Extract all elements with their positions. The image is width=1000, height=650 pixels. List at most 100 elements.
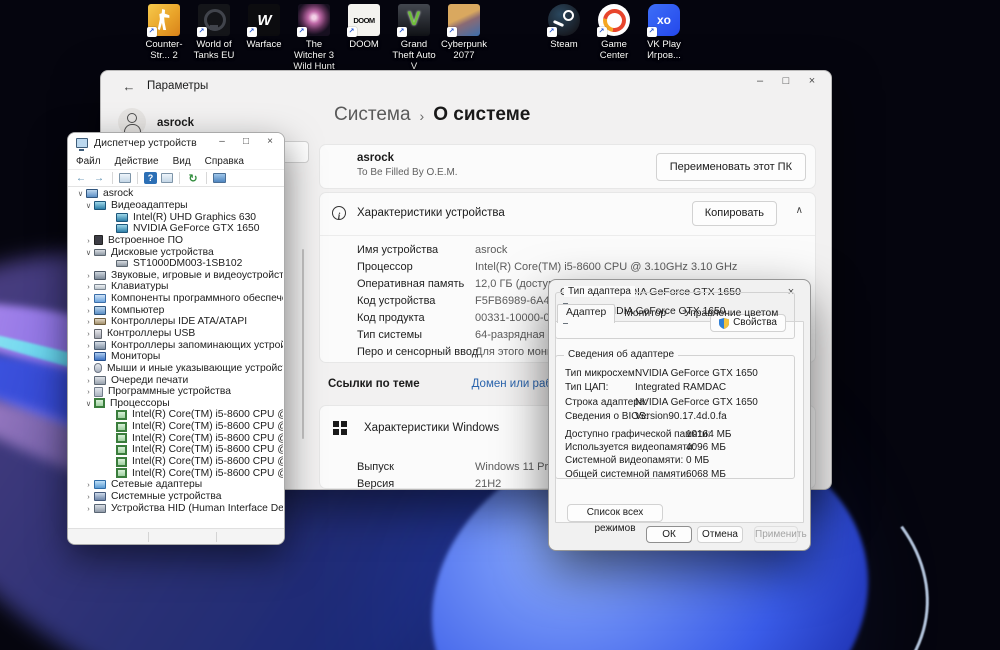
settings-nav-scrollbar[interactable] <box>302 249 304 439</box>
tree-expander-icon[interactable]: › <box>83 317 94 326</box>
back-arrow-icon[interactable]: ← <box>117 77 141 97</box>
tree-expander-icon[interactable]: ∨ <box>75 189 86 198</box>
list-view-icon[interactable] <box>161 173 173 183</box>
device-category-icon <box>116 260 128 268</box>
minimize-icon[interactable]: – <box>747 71 773 93</box>
tree-expander-icon[interactable]: › <box>83 306 94 315</box>
minimize-icon[interactable]: – <box>210 133 234 151</box>
desktop-icon[interactable]: The Witcher 3 Wild Hunt <box>289 4 339 73</box>
tree-item[interactable]: Intel(R) UHD Graphics 630 <box>69 211 283 223</box>
tree-expander-icon[interactable]: › <box>83 376 94 385</box>
tree-item[interactable]: › Устройства HID (Human Interface Device… <box>69 502 283 514</box>
desktop-icon[interactable]: World of Tanks EU <box>189 4 239 73</box>
tree-expander-icon[interactable]: ∨ <box>83 201 94 210</box>
settings-window-title: Параметры <box>147 80 209 92</box>
device-manager-titlebar[interactable]: Диспетчер устройств – □ × <box>68 133 284 154</box>
forward-icon[interactable]: → <box>92 173 106 184</box>
maximize-icon[interactable]: □ <box>234 133 258 151</box>
tree-item[interactable]: ∨ asrock <box>69 188 283 200</box>
desktop-icon[interactable]: Counter-Str... 2 <box>139 4 189 73</box>
menu-item[interactable]: Файл <box>76 156 101 167</box>
tree-item[interactable]: › Мониторы <box>69 351 283 363</box>
desktop-icon[interactable]: Game Center <box>589 4 639 73</box>
tree-expander-icon[interactable]: › <box>83 492 94 501</box>
breadcrumb-parent[interactable]: Система <box>334 104 411 126</box>
desktop-icon[interactable]: V Grand Theft Auto V <box>389 4 439 73</box>
menu-item[interactable]: Справка <box>205 156 244 167</box>
chevron-up-icon[interactable]: ∧ <box>796 205 803 216</box>
spec-label: Имя устройства <box>357 243 439 256</box>
tree-item[interactable]: › Очереди печати <box>69 374 283 386</box>
tree-item[interactable]: NVIDIA GeForce GTX 1650 <box>69 223 283 235</box>
device-category-icon <box>94 363 102 374</box>
tree-item[interactable]: › Мыши и иные указывающие устройства <box>69 363 283 375</box>
tree-expander-icon[interactable]: › <box>83 364 94 373</box>
tree-item[interactable]: Intel(R) Core(TM) i5-8600 CPU @ 3.10GHz <box>69 432 283 444</box>
tree-item[interactable]: › Компьютер <box>69 304 283 316</box>
tree-item[interactable]: › Контроллеры USB <box>69 328 283 340</box>
ok-button[interactable]: ОК <box>646 526 692 543</box>
scan-hardware-icon[interactable]: ↻ <box>186 172 200 185</box>
device-manager-app-icon <box>76 138 88 151</box>
tree-item[interactable]: Intel(R) Core(TM) i5-8600 CPU @ 3.10GHz <box>69 467 283 479</box>
monitor-icon[interactable] <box>213 173 226 183</box>
cancel-button[interactable]: Отмена <box>697 526 743 543</box>
tree-item[interactable]: › Звуковые, игровые и видеоустройства <box>69 269 283 281</box>
tree-item[interactable]: Intel(R) Core(TM) i5-8600 CPU @ 3.10GHz <box>69 421 283 433</box>
desktop-icon[interactable]: Cyberpunk 2077 <box>439 4 489 73</box>
tree-item[interactable]: ∨ Видеоадаптеры <box>69 200 283 212</box>
apply-button[interactable]: Применить <box>754 526 807 543</box>
tree-item[interactable]: › Компоненты программного обеспечения <box>69 293 283 305</box>
menu-item[interactable]: Действие <box>115 156 159 167</box>
maximize-icon[interactable]: □ <box>773 71 799 93</box>
tree-item[interactable]: ∨ Процессоры <box>69 398 283 410</box>
tree-item[interactable]: › Сетевые адаптеры <box>69 479 283 491</box>
tree-expander-icon[interactable]: › <box>83 282 94 291</box>
tree-expander-icon[interactable]: › <box>83 504 94 513</box>
tree-item[interactable]: › Встроенное ПО <box>69 235 283 247</box>
tree-item[interactable]: ST1000DM003-1SB102 <box>69 258 283 270</box>
dialog-tab[interactable]: Адаптер <box>557 304 616 323</box>
dialog-tab[interactable]: Управление цветом <box>675 305 787 322</box>
tree-item-label: Дисковые устройства <box>111 246 214 258</box>
help-icon[interactable]: ? <box>144 172 157 184</box>
tree-item[interactable]: › Контроллеры запоминающих устройств <box>69 339 283 351</box>
desktop-icon[interactable]: DOOM DOOM <box>339 4 389 73</box>
tree-item[interactable]: › Контроллеры IDE ATA/ATAPI <box>69 316 283 328</box>
tree-item[interactable]: Intel(R) Core(TM) i5-8600 CPU @ 3.10GHz <box>69 409 283 421</box>
tree-expander-icon[interactable]: › <box>83 341 94 350</box>
desktop-icon[interactable]: W Warface <box>239 4 289 73</box>
tree-item[interactable]: › Программные устройства <box>69 386 283 398</box>
tree-expander-icon[interactable]: › <box>83 352 94 361</box>
tree-expander-icon[interactable]: › <box>83 480 94 489</box>
properties-icon[interactable] <box>119 173 131 183</box>
close-icon[interactable]: × <box>799 71 825 93</box>
tree-item[interactable]: Intel(R) Core(TM) i5-8600 CPU @ 3.10GHz <box>69 456 283 468</box>
tree-expander-icon[interactable]: ∨ <box>83 399 94 408</box>
dialog-tab[interactable]: Монитор <box>615 305 675 322</box>
tree-expander-icon[interactable]: › <box>83 294 94 303</box>
tree-item[interactable]: ∨ Дисковые устройства <box>69 246 283 258</box>
device-name: asrock <box>357 152 395 164</box>
tree-expander-icon[interactable]: › <box>83 387 94 396</box>
tree-item[interactable]: › Системные устройства <box>69 491 283 503</box>
tree-item[interactable]: Intel(R) Core(TM) i5-8600 CPU @ 3.10GHz <box>69 444 283 456</box>
settings-titlebar[interactable]: ← Параметры – □ × <box>101 71 831 103</box>
list-all-modes-button[interactable]: Список всех режимов <box>567 504 663 534</box>
close-icon[interactable]: × <box>258 133 282 151</box>
desktop-icon[interactable]: Steam <box>539 4 589 73</box>
tree-item[interactable]: › Клавиатуры <box>69 281 283 293</box>
tree-expander-icon[interactable]: › <box>83 236 94 245</box>
back-icon[interactable]: ← <box>74 173 88 184</box>
breadcrumb-separator-icon: › <box>419 107 425 124</box>
info-value: NVIDIA GeForce GTX 1650 <box>635 396 758 408</box>
tree-expander-icon[interactable]: › <box>83 271 94 280</box>
tree-expander-icon[interactable]: ∨ <box>83 248 94 257</box>
statusbar-separator <box>148 532 149 542</box>
adapter-info-row: Строка адаптера: NVIDIA GeForce GTX 1650 <box>565 395 790 410</box>
desktop-icon[interactable]: xo VK Play Игров... <box>639 4 689 73</box>
menu-item[interactable]: Вид <box>173 156 191 167</box>
rename-pc-button[interactable]: Переименовать этот ПК <box>655 153 806 181</box>
tree-expander-icon[interactable]: › <box>83 329 94 338</box>
copy-button[interactable]: Копировать <box>691 201 777 226</box>
